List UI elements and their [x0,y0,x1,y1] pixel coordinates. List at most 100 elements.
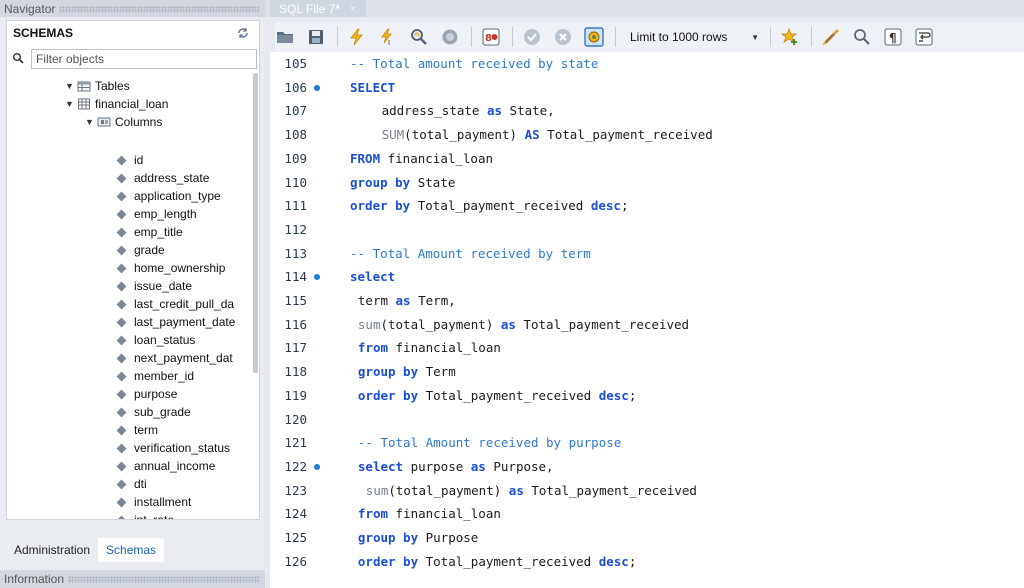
code-line[interactable]: 117 from financial_loan [270,340,1024,363]
limit-rows-value: Limit to 1000 rows [630,30,728,44]
code-token: purpose [403,458,471,474]
tab-schemas[interactable]: Schemas [98,538,165,562]
code-text: FROM financial_loan [350,151,493,166]
code-token: SUM [381,127,405,143]
tree-node-tables[interactable]: ▼ Tables [65,77,130,95]
code-line[interactable]: 114 select [270,269,1024,292]
code-line[interactable]: 120 [270,412,1024,435]
tree-column-item[interactable]: purpose [115,385,177,403]
execute-icon[interactable] [347,27,367,47]
toolbar-separator [811,27,812,47]
stop-icon[interactable] [440,27,460,47]
code-line[interactable]: 115 term as Term, [270,293,1024,316]
code-line[interactable]: 118 group by Term [270,364,1024,387]
filter-objects-input[interactable] [31,49,257,69]
tab-label: SQL File 7* [279,1,340,16]
tree-column-item[interactable]: emp_title [115,223,183,241]
code-line[interactable]: 116 sum(total_payment) as Total_payment_r… [270,317,1024,340]
code-text: SUM(total_payment) AS Total_payment_rece… [382,127,713,142]
tree-column-item[interactable]: verification_status [115,439,230,457]
refresh-icon[interactable] [237,27,249,39]
code-line[interactable]: 124 from financial_loan [270,506,1024,529]
tree-column-item[interactable]: loan_status [115,331,195,349]
tree-column-item[interactable]: term [115,421,158,439]
tab-administration[interactable]: Administration [6,538,98,562]
navigator-header: Navigator [0,0,265,17]
tree-column-item[interactable]: int_rate [115,511,174,519]
tree-column-item[interactable]: last_credit_pull_da [115,295,234,313]
column-diamond-icon [116,407,127,417]
line-number: 120 [284,411,307,427]
save-icon[interactable] [306,27,326,47]
sql-editor[interactable]: 105 -- Total amount received by state 106 S… [270,52,1024,588]
tree-column-item[interactable]: sub_grade [115,403,191,421]
statement-marker-icon[interactable] [314,274,320,281]
expand-arrow-icon[interactable]: ▼ [65,99,75,109]
tree-column-item[interactable]: id [115,151,143,169]
code-line[interactable]: 126 order by Total_payment_received desc; [270,554,1024,577]
wrap-icon[interactable] [914,27,934,47]
line-number: 115 [284,293,307,308]
expand-arrow-icon[interactable]: ▼ [85,117,95,127]
execute-current-icon[interactable]: I [378,27,398,47]
expand-arrow-icon[interactable]: ▼ [65,81,75,91]
toggle-error-icon[interactable]: 8 [481,27,501,47]
tab-sql-file-7[interactable]: SQL File 7* × [270,0,366,17]
explain-icon[interactable] [409,27,429,47]
tree-column-item[interactable]: address_state [115,169,209,187]
tree-column-item[interactable]: member_id [115,367,194,385]
code-text: -- Total Amount received by term [350,246,591,261]
favorite-icon[interactable] [780,27,800,47]
tree-column-item[interactable]: grade [115,241,165,259]
tree-column-item[interactable]: next_payment_dat [115,349,233,367]
tree-column-item[interactable]: home_ownership [115,259,225,277]
code-line[interactable]: 121 -- Total Amount received by purpose [270,435,1024,458]
tree-node-columns[interactable]: ▼ Columns [85,113,162,131]
tree-column-item[interactable]: last_payment_date [115,313,235,331]
toolbar-separator [770,27,771,47]
code-token: desc [598,387,629,403]
close-icon[interactable]: × [350,3,356,15]
tree-node-financial-loan[interactable]: ▼ financial_loan [65,95,168,113]
code-line[interactable]: 113 -- Total Amount received by term [270,246,1024,269]
tree-column-item[interactable]: application_type [115,187,221,205]
information-title: Information [4,572,65,586]
code-line[interactable]: 111 order by Total_payment_received desc; [270,198,1024,221]
code-text: sum(total_payment) as Total_payment_rece… [366,483,697,498]
tree-column-item[interactable]: dti [115,475,147,493]
tree-column-item[interactable]: issue_date [115,277,192,295]
limit-rows-select[interactable]: Limit to 1000 rows ▼ [625,27,762,47]
statement-marker-icon[interactable] [314,84,320,91]
code-line[interactable]: 108 SUM(total_payment) AS Total_payment_r… [270,127,1024,150]
find-icon[interactable] [852,27,872,47]
code-line[interactable]: 125 group by Purpose [270,530,1024,553]
tree-scrollbar[interactable] [253,73,258,373]
open-folder-icon[interactable] [275,27,295,47]
code-line[interactable]: 123 sum(total_payment) as Total_payment_r… [270,483,1024,506]
search-icon [12,52,24,64]
code-line[interactable]: 119 order by Total_payment_received desc; [270,388,1024,411]
rollback-icon[interactable] [553,27,573,47]
code-line[interactable]: 112 [270,222,1024,245]
drag-grip[interactable] [68,575,259,583]
column-diamond-icon [116,389,127,399]
code-token: group by [357,364,419,380]
invisible-chars-icon[interactable]: ¶ [883,27,903,47]
navigator-bottom-tabs: Administration Schemas [6,538,260,562]
code-token: financial_loan [388,340,501,356]
tree-column-item[interactable]: annual_income [115,457,215,475]
code-line[interactable]: 122 select purpose as Purpose, [270,459,1024,482]
code-line[interactable]: 109 FROM financial_loan [270,151,1024,174]
code-line[interactable]: 105 -- Total amount received by state [270,56,1024,79]
tree-column-item[interactable]: emp_length [115,205,197,223]
drag-grip[interactable] [59,5,259,13]
tree-column-item[interactable]: installment [115,493,191,511]
code-line[interactable]: 107 address_state as State, [270,103,1024,126]
commit-icon[interactable] [522,27,542,47]
code-token: Term, [410,293,456,308]
statement-marker-icon[interactable] [314,463,320,470]
beautify-icon[interactable] [821,27,841,47]
code-line[interactable]: 106 SELECT [270,80,1024,103]
autocommit-icon[interactable] [584,27,604,47]
code-line[interactable]: 110 group by State [270,175,1024,198]
